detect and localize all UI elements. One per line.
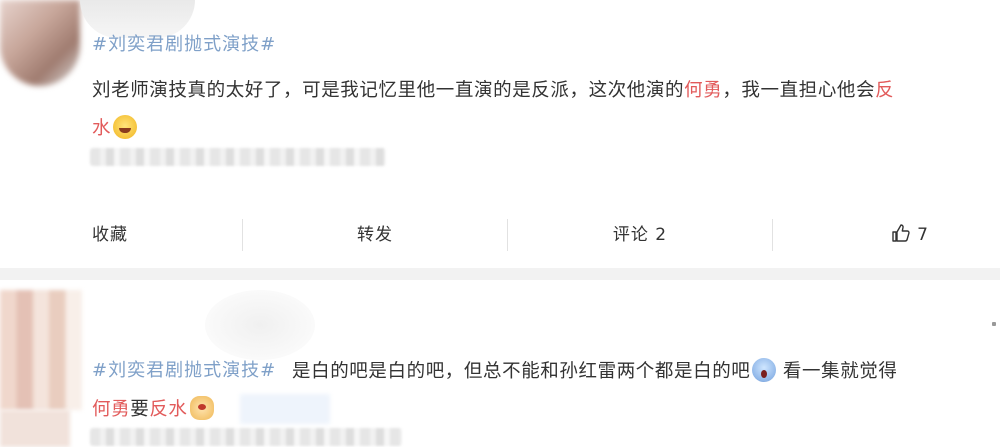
comment-text: 是白的吧是白的吧，但总不能和孙红雷两个都是白的吧	[292, 361, 751, 382]
comment-text: 刘老师演技真的太好了，可是我记忆里他一直演的是反派，这次他演的	[92, 80, 685, 101]
comment-text: 看一集就觉得	[782, 361, 898, 382]
blurred-meta-info	[90, 148, 386, 166]
comment-card-1: #刘奕君剧抛式演技# 刘老师演技真的太好了，可是我记忆里他一直演的是反派，这次他…	[0, 0, 1000, 268]
blurred-meta-info	[90, 428, 402, 446]
divider	[242, 219, 243, 251]
avatar[interactable]	[0, 0, 80, 86]
highlight-text: 反	[875, 80, 895, 101]
comment-text-line: 刘老师演技真的太好了，可是我记忆里他一直演的是反派，这次他演的何勇，我一直担心他…	[92, 76, 894, 102]
scrollbar-handle[interactable]	[992, 322, 996, 326]
comment-text-line: 水	[92, 114, 138, 140]
shocked-emoji-icon	[752, 358, 777, 382]
action-bar: 收藏 转发 评论 2 7	[0, 215, 1000, 255]
highlight-name: 何勇	[92, 399, 131, 420]
highlight-name: 何勇	[684, 80, 723, 101]
avatar[interactable]	[0, 290, 82, 410]
comment-button[interactable]: 评论 2	[590, 215, 690, 255]
comment-text: 要	[130, 399, 150, 420]
divider	[772, 219, 773, 251]
blurred-region	[240, 394, 330, 424]
highlight-text: 水	[92, 118, 112, 139]
favorite-button[interactable]: 收藏	[60, 215, 160, 255]
like-button[interactable]: 7	[880, 215, 940, 255]
laugh-cry-emoji-icon	[113, 115, 138, 139]
blurred-region	[205, 290, 315, 360]
hashtag-link[interactable]: #刘奕君剧抛式演技#	[92, 356, 276, 382]
dog-emoji-icon	[189, 396, 214, 420]
repost-button[interactable]: 转发	[325, 215, 425, 255]
comment-text-line: 何勇要反水	[92, 395, 214, 421]
comment-text: ，我一直担心他会	[722, 80, 876, 101]
divider	[507, 219, 508, 251]
like-count: 7	[917, 225, 929, 245]
comment-text-line: 是白的吧是白的吧，但总不能和孙红雷两个都是白的吧 看一集就觉得	[292, 357, 898, 383]
card-separator	[0, 268, 1000, 280]
hashtag-link[interactable]: #刘奕君剧抛式演技#	[92, 30, 276, 56]
blurred-region	[0, 410, 70, 447]
highlight-text: 反水	[149, 399, 188, 420]
thumbs-up-icon	[891, 218, 911, 258]
